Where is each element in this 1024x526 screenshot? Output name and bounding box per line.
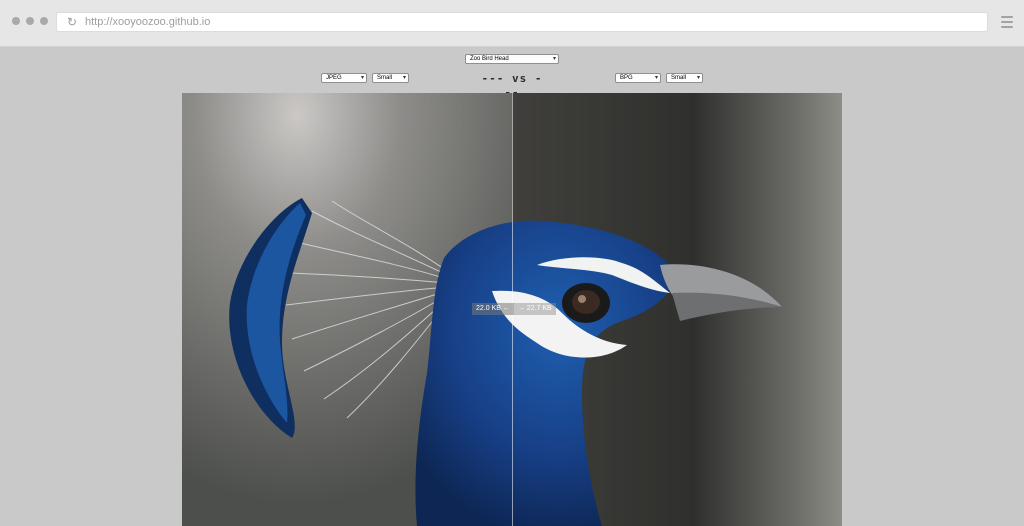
left-file-size: 22.0 KB ← — [472, 303, 514, 315]
left-size-value: Small — [377, 75, 393, 81]
chevron-down-icon: ▾ — [402, 75, 406, 81]
comparison-image[interactable]: 22.0 KB ← → 22.7 KB — [182, 93, 842, 526]
right-size-select[interactable]: Small ▾ — [666, 73, 703, 83]
right-file-size: → 22.7 KB — [513, 303, 556, 315]
url-text[interactable]: http://xooyoozoo.github.io — [85, 13, 210, 31]
left-format-value: JPEG — [326, 75, 342, 81]
browser-chrome: ↻ http://xooyoozoo.github.io — [0, 0, 1024, 47]
right-size-value: Small — [671, 75, 687, 81]
address-bar[interactable]: ↻ http://xooyoozoo.github.io — [56, 12, 988, 32]
left-size-select[interactable]: Small ▾ — [372, 73, 409, 83]
chevron-down-icon: ▾ — [696, 75, 700, 81]
image-select-value: Zoo Bird Head — [470, 56, 509, 62]
window-controls — [12, 17, 48, 25]
chevron-down-icon: ▾ — [654, 75, 658, 81]
reload-icon[interactable]: ↻ — [65, 15, 79, 29]
image-select[interactable]: Zoo Bird Head ▾ — [465, 54, 559, 64]
right-format-select[interactable]: BPG ▾ — [615, 73, 661, 83]
chevron-down-icon: ▾ — [360, 75, 364, 81]
chevron-down-icon: ▾ — [552, 56, 556, 62]
maximize-window-button[interactable] — [40, 17, 48, 25]
close-window-button[interactable] — [12, 17, 20, 25]
right-format-value: BPG — [620, 75, 633, 81]
left-format-select[interactable]: JPEG ▾ — [321, 73, 367, 83]
minimize-window-button[interactable] — [26, 17, 34, 25]
file-size-labels: 22.0 KB ← → 22.7 KB — [472, 303, 556, 315]
menu-icon[interactable] — [1001, 16, 1013, 28]
vs-label: --- vs --- — [481, 72, 543, 99]
